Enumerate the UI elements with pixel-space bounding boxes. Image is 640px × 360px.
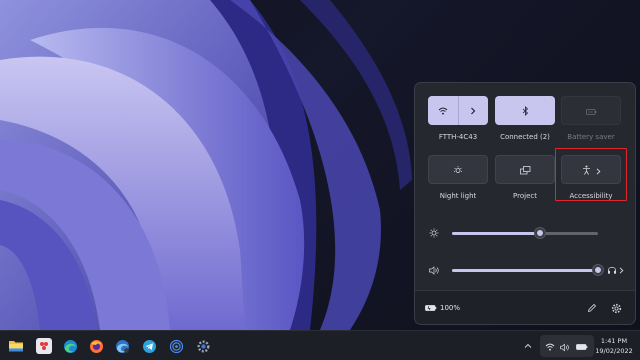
tray-battery-icon [576, 342, 588, 352]
accessibility-expand-chevron-icon[interactable] [596, 160, 601, 179]
clock-date: 19/02/2022 [595, 347, 633, 355]
gear-icon[interactable] [609, 301, 623, 315]
battery-saver-icon [585, 101, 597, 120]
battery-saver-tile-label: Battery saver [567, 133, 615, 141]
tray-wifi-icon [545, 342, 555, 352]
wifi-tile[interactable] [428, 96, 488, 125]
wifi-tile-label: FTTH-4C43 [438, 133, 478, 141]
bluetooth-tile[interactable] [495, 96, 555, 125]
accessibility-icon [582, 160, 591, 179]
brightness-slider[interactable] [452, 227, 598, 238]
headphones-icon[interactable] [607, 265, 624, 275]
clock[interactable]: 1:41 PM 19/02/2022 [592, 336, 636, 356]
battery-saver-tile[interactable] [561, 96, 621, 125]
night-light-tile[interactable] [428, 155, 488, 184]
edge-icon[interactable] [62, 338, 78, 354]
show-hidden-icons-chevron-icon[interactable] [522, 338, 534, 354]
podcast-icon[interactable] [168, 338, 184, 354]
volume-slider-fill [452, 268, 598, 272]
brightness-slider-thumb[interactable] [535, 227, 545, 238]
quick-settings-footer: 100% [415, 290, 635, 324]
pencil-icon[interactable] [585, 301, 599, 315]
volume-slider[interactable] [452, 264, 603, 275]
edge-dev-icon[interactable] [114, 338, 130, 354]
bluetooth-tile-label: Connected (2) [500, 133, 550, 141]
wifi-icon[interactable] [428, 96, 458, 125]
project-tile-label: Project [513, 192, 537, 200]
taskbar: 1:41 PM 19/02/2022 [0, 330, 640, 360]
clock-time: 1:41 PM [600, 337, 628, 345]
brightness-icon [429, 228, 441, 238]
app-icon[interactable] [36, 338, 52, 354]
file-explorer-icon[interactable] [8, 338, 24, 354]
volume-slider-thumb[interactable] [593, 264, 603, 275]
project-tile[interactable] [495, 155, 555, 184]
battery-percentage[interactable]: 100% [440, 304, 460, 312]
speaker-icon[interactable] [429, 265, 441, 275]
firefox-icon[interactable] [88, 338, 104, 354]
battery-icon [425, 304, 437, 312]
telegram-icon[interactable] [141, 338, 157, 354]
accessibility-tile[interactable] [561, 155, 621, 184]
project-icon [519, 160, 531, 179]
brightness-slider-row [429, 226, 625, 240]
system-tray-quick-settings-button[interactable] [540, 335, 594, 357]
night-light-tile-label: Night light [439, 192, 477, 200]
volume-output-chevron-icon [619, 266, 624, 274]
bluetooth-icon [522, 101, 529, 120]
wifi-expand-chevron-icon[interactable] [459, 96, 489, 125]
brightness-slider-fill [452, 231, 540, 235]
night-light-icon [453, 160, 463, 179]
settings-icon[interactable] [195, 338, 211, 354]
accessibility-tile-label: Accessibility [569, 192, 613, 200]
volume-slider-row [429, 263, 625, 277]
quick-settings-panel: FTTH-4C43 Connected (2) Battery saver Ni… [414, 82, 636, 325]
tray-speaker-icon [560, 342, 570, 352]
